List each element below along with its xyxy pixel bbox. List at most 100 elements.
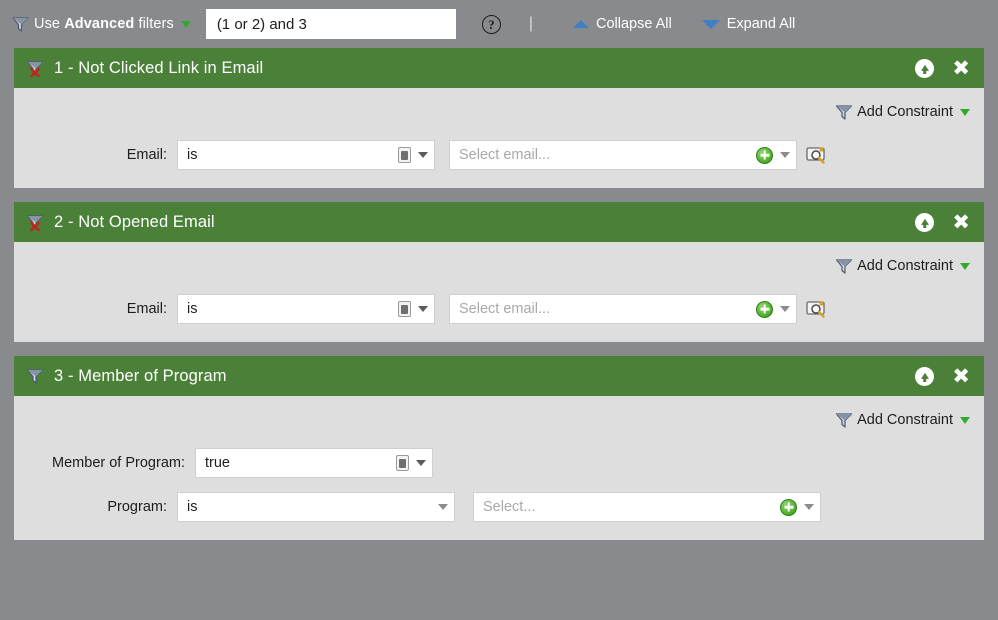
chevron-down-icon[interactable] [804, 504, 814, 510]
filter-panel-body: Add Constraint Email: is Select email... [14, 88, 984, 188]
arrow-up-circle-icon[interactable] [915, 366, 935, 386]
funnel-excluded-icon [26, 214, 44, 231]
filter-panel: 1 - Not Clicked Link in Email ✖ Add Constr… [14, 48, 984, 188]
use-advanced-filters-toggle[interactable]: Use Advanced filters [12, 16, 191, 32]
operator-controls [438, 504, 448, 510]
filter-panel-actions: ✖ [915, 365, 970, 387]
constraint-operator-value: is [187, 147, 198, 163]
add-constraint-button[interactable]: Add Constraint [835, 104, 970, 120]
operator-controls [398, 301, 428, 317]
constraint-label: Email: [126, 147, 167, 163]
constraint-row: Member of Program: true [14, 448, 970, 478]
filter-panel-header: 3 - Member of Program ✖ [14, 356, 984, 396]
close-icon[interactable]: ✖ [952, 57, 970, 79]
filter-panel-actions: ✖ [915, 57, 970, 79]
add-constraint-button[interactable]: Add Constraint [835, 258, 970, 274]
constraint-operator-select[interactable]: is [177, 492, 455, 522]
funnel-icon [12, 16, 29, 32]
arrow-up-circle-icon[interactable] [915, 58, 935, 78]
constraint-row: Program: is Select... [14, 492, 970, 522]
close-icon[interactable]: ✖ [952, 365, 970, 387]
search-values-button[interactable] [806, 300, 828, 319]
chevron-down-icon[interactable] [960, 108, 970, 116]
filter-panels: 1 - Not Clicked Link in Email ✖ Add Constr… [0, 48, 998, 540]
chevron-down-icon[interactable] [418, 306, 428, 312]
constraint-row: Email: is Select email... [14, 140, 970, 170]
add-constraint-button[interactable]: Add Constraint [835, 412, 970, 428]
operator-controls [398, 147, 428, 163]
filter-expression-input[interactable]: (1 or 2) and 3 [205, 9, 456, 39]
filter-panel-body: Add Constraint Email: is Select email... [14, 242, 984, 342]
chevron-down-icon[interactable] [438, 504, 448, 510]
funnel-excluded-icon [26, 60, 44, 77]
chevron-down-icon[interactable] [418, 152, 428, 158]
collapse-all-label: Collapse All [595, 16, 672, 32]
add-constraint-label: Add Constraint [857, 104, 953, 120]
toolbar-separator: | [528, 15, 533, 32]
filter-panel-title: 3 - Member of Program [54, 366, 227, 385]
constraint-value-select[interactable]: Select... [473, 492, 821, 522]
filter-panel-title: 1 - Not Clicked Link in Email [54, 58, 264, 77]
card-icon[interactable] [398, 301, 411, 317]
expand-all-button[interactable]: Expand All [701, 16, 796, 32]
filter-expression-value: (1 or 2) and 3 [216, 15, 307, 33]
operator-controls [396, 455, 426, 471]
help-icon[interactable]: ? [481, 14, 501, 34]
card-icon[interactable] [396, 455, 409, 471]
arrow-up-circle-icon[interactable] [915, 212, 935, 232]
filter-panel: 2 - Not Opened Email ✖ Add Constraint Email… [14, 202, 984, 342]
constraint-operator-select[interactable]: is [177, 140, 435, 170]
chevron-down-icon[interactable] [416, 460, 426, 466]
chevron-down-icon[interactable] [780, 152, 790, 158]
constraint-value-select[interactable]: Select email... [449, 140, 797, 170]
close-icon[interactable]: ✖ [952, 211, 970, 233]
add-constraint-row: Add Constraint [14, 250, 970, 280]
constraint-operator-value: is [187, 301, 198, 317]
add-value-icon[interactable] [780, 498, 797, 516]
filter-panel-actions: ✖ [915, 211, 970, 233]
funnel-icon [26, 368, 44, 384]
help-icon-glyph: ? [488, 16, 495, 32]
funnel-icon [835, 258, 853, 274]
use-prefix: Use [34, 16, 65, 32]
constraint-label: Email: [126, 301, 167, 317]
add-constraint-row: Add Constraint [14, 404, 970, 434]
chevron-down-icon[interactable] [960, 262, 970, 270]
constraint-operator-value: is [187, 499, 198, 515]
use-bold: Advanced [64, 16, 135, 32]
collapse-all-button[interactable]: Collapse All [572, 16, 672, 32]
value-controls [780, 498, 814, 516]
constraint-operator-value: true [205, 455, 230, 471]
value-controls [756, 300, 790, 318]
constraint-operator-select[interactable]: true [195, 448, 433, 478]
value-controls [756, 146, 790, 164]
constraint-value-select[interactable]: Select email... [449, 294, 797, 324]
chevron-down-icon[interactable] [180, 20, 191, 28]
filter-panel-header: 1 - Not Clicked Link in Email ✖ [14, 48, 984, 88]
use-suffix: filters [134, 16, 174, 32]
add-value-icon[interactable] [756, 146, 773, 164]
constraint-operator-select[interactable]: is [177, 294, 435, 324]
filter-panel-title: 2 - Not Opened Email [54, 212, 215, 231]
add-constraint-label: Add Constraint [857, 412, 953, 428]
use-advanced-filters-label: Use Advanced filters [34, 16, 174, 32]
constraint-row: Email: is Select email... [14, 294, 970, 324]
chevron-down-icon[interactable] [960, 416, 970, 424]
triangle-down-icon [701, 19, 720, 29]
card-icon[interactable] [398, 147, 411, 163]
triangle-up-icon [572, 20, 589, 28]
expand-all-label: Expand All [726, 16, 796, 32]
constraint-label: Program: [107, 499, 167, 515]
search-values-button[interactable] [806, 146, 828, 165]
add-constraint-label: Add Constraint [857, 258, 953, 274]
constraint-value-placeholder: Select email... [459, 147, 551, 163]
chevron-down-icon[interactable] [780, 306, 790, 312]
constraint-label: Member of Program: [52, 455, 185, 471]
add-value-icon[interactable] [756, 300, 773, 318]
filter-panel: 3 - Member of Program ✖ Add Constraint Memb… [14, 356, 984, 540]
filter-toolbar: Use Advanced filters (1 or 2) and 3 ? | … [0, 0, 998, 48]
constraint-value-placeholder: Select email... [459, 301, 551, 317]
filter-panel-header: 2 - Not Opened Email ✖ [14, 202, 984, 242]
funnel-icon [835, 412, 853, 428]
constraint-value-placeholder: Select... [483, 499, 536, 515]
